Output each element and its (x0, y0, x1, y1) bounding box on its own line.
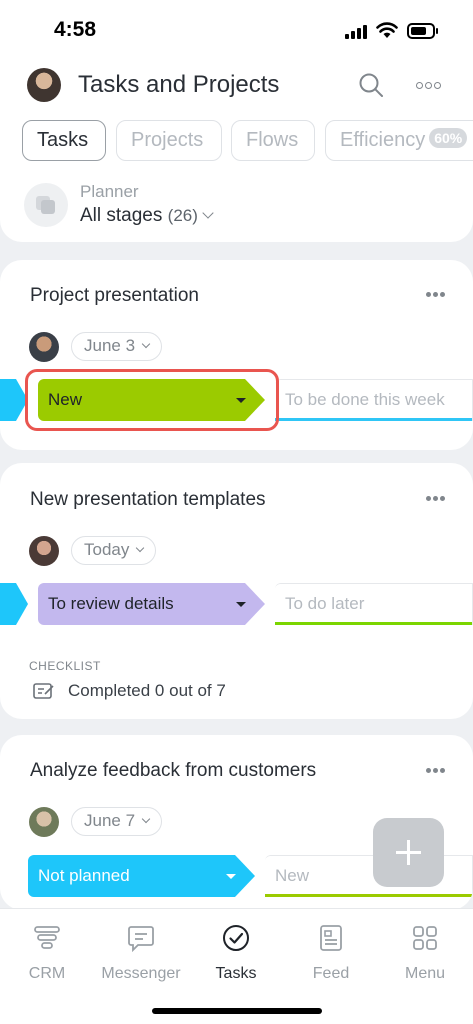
checklist-status[interactable]: Completed 0 out of 7 (68, 681, 226, 701)
chevron-down-icon (202, 207, 214, 219)
grid-icon (413, 926, 437, 950)
more-icon[interactable] (414, 72, 444, 98)
task-title: Analyze feedback from customers (30, 760, 317, 781)
chat-icon (128, 926, 154, 953)
tab-tasks[interactable]: Tasks (22, 120, 106, 161)
crm-icon (34, 926, 60, 949)
status-time: 4:58 (54, 18, 97, 41)
avatar (29, 536, 59, 566)
wifi-icon (376, 22, 398, 38)
avatar[interactable] (27, 68, 61, 102)
next-stage[interactable]: To be done this week (275, 379, 473, 421)
tab-projects[interactable]: Projects (116, 120, 222, 161)
avatar (29, 807, 59, 837)
tab-flows[interactable]: Flows (231, 120, 315, 161)
chevron-down-icon (141, 339, 151, 349)
deadline-pill[interactable]: Today (71, 536, 157, 565)
caret-down-icon (226, 874, 236, 879)
add-task-button[interactable] (373, 818, 444, 887)
more-icon[interactable] (426, 496, 446, 502)
header: Tasks and Projects Tasks Projects Flows … (0, 60, 473, 242)
stage-filter[interactable]: All stages (26) (80, 205, 214, 227)
nav-messenger[interactable]: Messenger (94, 923, 188, 983)
chevron-down-icon (141, 814, 151, 824)
highlight-frame (25, 369, 279, 431)
nav-feed[interactable]: Feed (284, 923, 378, 983)
search-icon[interactable] (358, 72, 384, 98)
status-bar: 4:58 (0, 0, 473, 60)
bottom-nav: CRM Messenger Tasks Feed Menu (0, 908, 473, 1024)
efficiency-badge: 60% (429, 128, 468, 148)
stage-select[interactable]: Not planned (28, 855, 255, 897)
checklist-icon (33, 683, 54, 699)
planner-label: Planner (80, 182, 139, 201)
more-icon[interactable] (426, 292, 446, 298)
tab-bar: Tasks Projects Flows Efficiency 60% (22, 120, 473, 162)
page-title: Tasks and Projects (78, 71, 280, 98)
stage-previous (0, 379, 28, 421)
battery-icon (407, 23, 438, 39)
more-icon[interactable] (426, 768, 446, 774)
task-card[interactable]: New presentation templates Today To revi… (0, 463, 473, 719)
nav-menu[interactable]: Menu (378, 923, 472, 983)
avatar (29, 332, 59, 362)
nav-tasks[interactable]: Tasks (189, 923, 283, 983)
tab-efficiency[interactable]: Efficiency 60% (325, 120, 473, 161)
checklist-label: CHECKLIST (29, 659, 101, 673)
home-indicator (152, 1008, 322, 1014)
chevron-down-icon (136, 543, 145, 553)
stage-previous (0, 583, 28, 625)
caret-down-icon (236, 602, 246, 607)
nav-crm[interactable]: CRM (0, 923, 94, 983)
planner-icon[interactable] (24, 183, 68, 227)
task-title: Project presentation (30, 285, 199, 306)
next-stage[interactable]: To do later (275, 583, 473, 625)
deadline-pill[interactable]: June 7 (71, 807, 163, 836)
deadline-pill[interactable]: June 3 (71, 332, 163, 361)
check-circle-icon (223, 925, 249, 951)
stage-select[interactable]: To review details (38, 583, 265, 625)
feed-icon (320, 925, 342, 951)
task-title: New presentation templates (30, 489, 266, 510)
stage-count: (26) (167, 206, 198, 225)
signal-icon (345, 25, 369, 39)
